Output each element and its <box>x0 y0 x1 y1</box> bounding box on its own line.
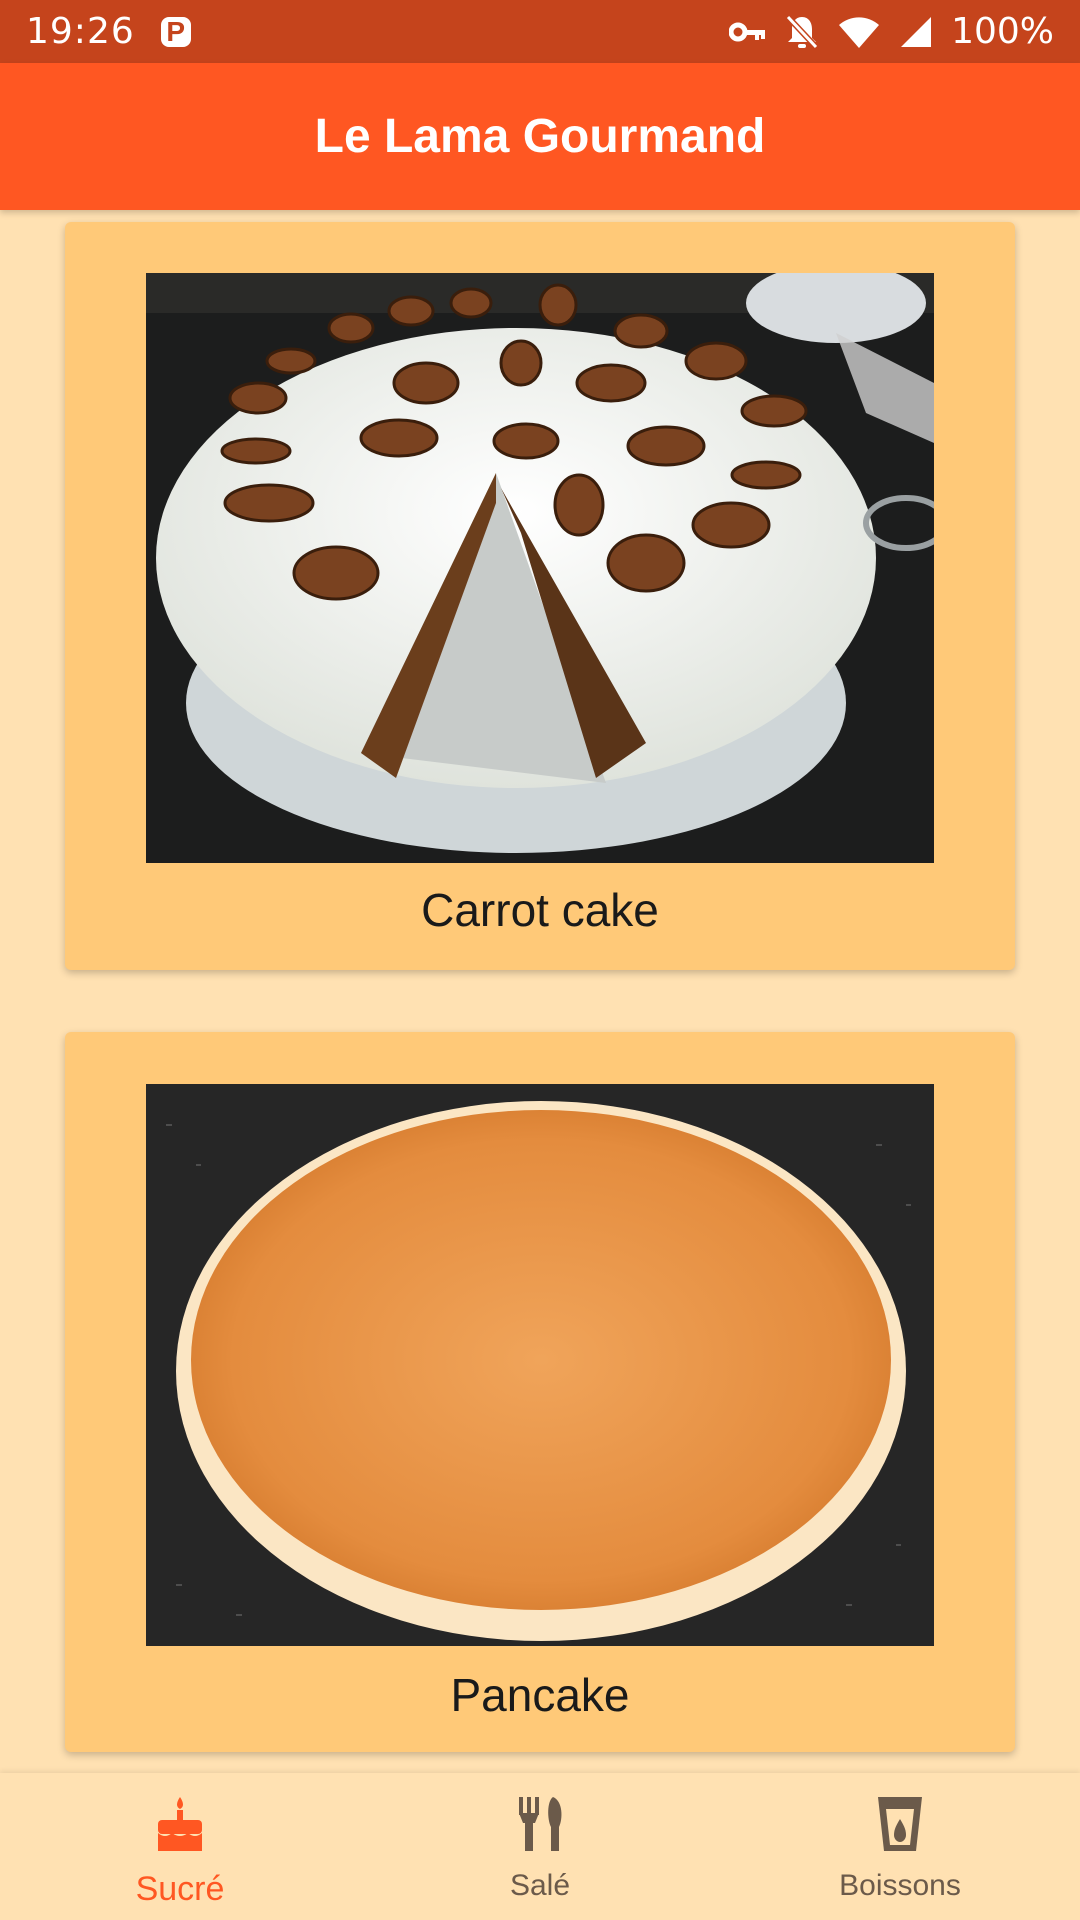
tab-boissons[interactable]: Boissons <box>720 1773 1080 1920</box>
recipe-card-pancake[interactable]: Pancake <box>65 1032 1015 1752</box>
recipe-name: Pancake <box>450 1669 630 1721</box>
tab-label: Boissons <box>839 1869 961 1902</box>
tab-sale[interactable]: Salé <box>360 1773 720 1920</box>
status-bar: 19:26 P 100% <box>0 0 1080 63</box>
fork-knife-icon <box>513 1795 567 1861</box>
app-bar: Le Lama Gourmand <box>0 63 1080 210</box>
key-icon <box>729 20 767 44</box>
status-time: 19:26 <box>26 11 135 52</box>
pancake-photo <box>146 1084 934 1646</box>
battery-level: 100% <box>951 11 1054 52</box>
carrot-cake-photo <box>146 273 934 863</box>
bell-muted-icon <box>785 14 819 50</box>
cup-icon <box>874 1795 926 1861</box>
tab-sucre[interactable]: Sucré <box>0 1773 360 1920</box>
tab-label: Salé <box>509 1869 571 1902</box>
signal-icon <box>899 15 933 49</box>
recipe-name: Carrot cake <box>421 884 659 936</box>
cake-icon <box>154 1795 206 1862</box>
wifi-icon <box>837 15 881 49</box>
app-title: Le Lama Gourmand <box>314 110 766 163</box>
parking-p-icon: P <box>160 16 191 47</box>
recipe-card-carrot-cake[interactable]: Carrot cake <box>65 222 1015 970</box>
bottom-navigation: Sucré Salé Boissons <box>0 1773 1080 1920</box>
tab-label: Sucré <box>135 1870 225 1908</box>
recipe-list[interactable]: Carrot cake Pancake <box>0 210 1080 1773</box>
